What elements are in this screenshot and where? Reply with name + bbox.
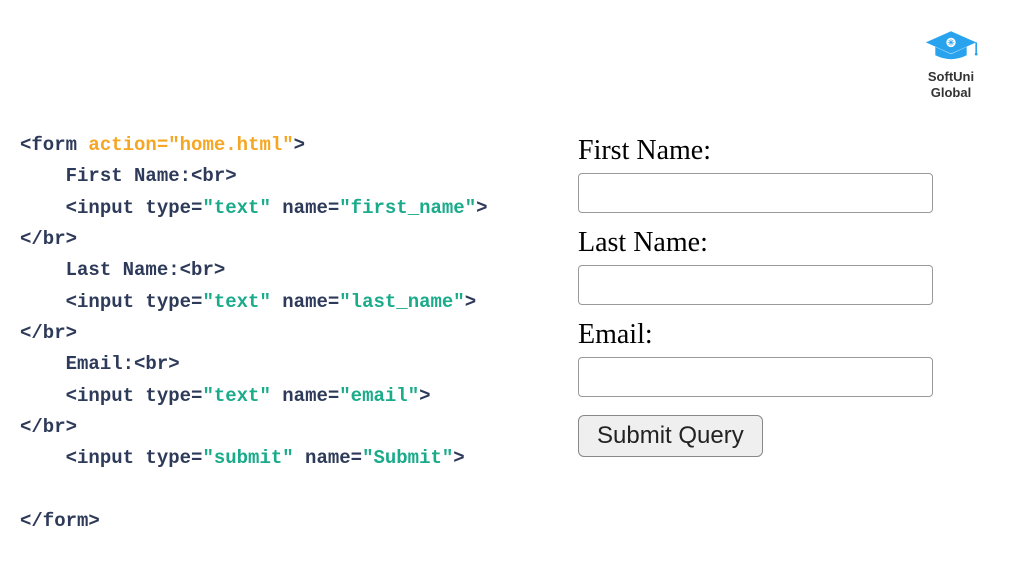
code-token: <br>	[134, 353, 180, 375]
code-token: </form>	[20, 510, 100, 532]
code-token: name=	[271, 197, 339, 219]
code-token: "home.html"	[168, 134, 293, 156]
code-token: <input type=	[20, 291, 202, 313]
code-token: "last_name"	[339, 291, 464, 313]
code-token: >	[465, 291, 476, 313]
code-token: <br>	[180, 259, 226, 281]
last-name-input[interactable]	[578, 265, 933, 305]
code-token: action=	[88, 134, 168, 156]
code-panel: <form action="home.html"> First Name:<br…	[0, 130, 560, 537]
code-token: "submit"	[202, 447, 293, 469]
code-token: <input type=	[20, 447, 202, 469]
code-token: Last Name:	[20, 259, 180, 281]
code-token: name=	[271, 385, 339, 407]
code-token: <br>	[191, 165, 237, 187]
code-token: </br>	[20, 416, 77, 438]
code-token: >	[476, 197, 487, 219]
brand-name-line2: Global	[923, 86, 979, 100]
email-input[interactable]	[578, 357, 933, 397]
code-token: "first_name"	[339, 197, 476, 219]
code-token: >	[294, 134, 305, 156]
code-block: <form action="home.html"> First Name:<br…	[20, 130, 560, 537]
code-token: <input type=	[20, 385, 202, 407]
brand-name-line1: SoftUni	[923, 70, 979, 84]
graduation-cap-icon	[923, 28, 979, 68]
code-token: </br>	[20, 322, 77, 344]
code-token: </br>	[20, 228, 77, 250]
brand-logo: SoftUni Global	[923, 28, 979, 101]
code-token: name=	[271, 291, 339, 313]
code-token: First Name:	[20, 165, 191, 187]
first-name-label: First Name:	[578, 135, 933, 167]
code-token: >	[453, 447, 464, 469]
code-token: >	[419, 385, 430, 407]
code-token: Email:	[20, 353, 134, 375]
code-token: "text"	[202, 197, 270, 219]
code-token: <form	[20, 134, 88, 156]
code-token: "text"	[202, 291, 270, 313]
code-token: <input type=	[20, 197, 202, 219]
first-name-input[interactable]	[578, 173, 933, 213]
email-label: Email:	[578, 319, 933, 351]
last-name-label: Last Name:	[578, 227, 933, 259]
main-content: <form action="home.html"> First Name:<br…	[0, 0, 1024, 537]
code-token: "email"	[339, 385, 419, 407]
code-token: "Submit"	[362, 447, 453, 469]
code-token: "text"	[202, 385, 270, 407]
submit-button[interactable]: Submit Query	[578, 415, 763, 457]
form-preview: First Name: Last Name: Email: Submit Que…	[560, 130, 933, 537]
code-token: name=	[294, 447, 362, 469]
